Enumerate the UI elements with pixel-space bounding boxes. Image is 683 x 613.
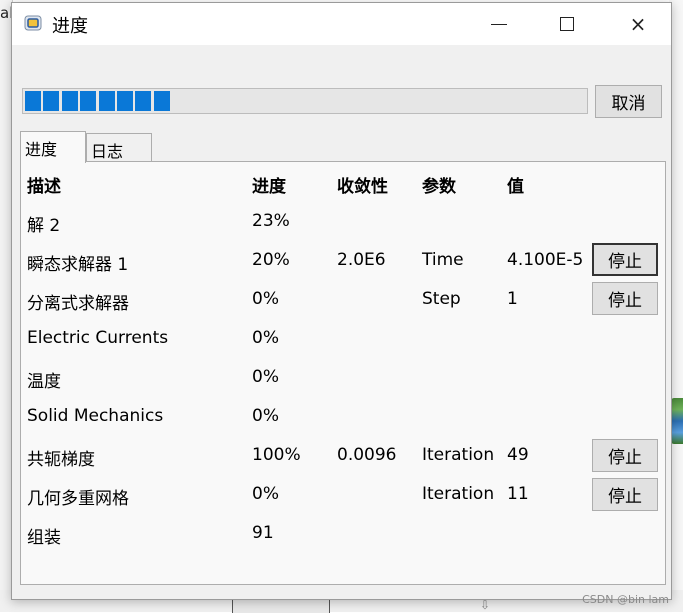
- app-icon: [24, 15, 42, 31]
- close-button[interactable]: ×: [615, 3, 661, 45]
- row-progress: 0%: [252, 289, 279, 309]
- tab-log[interactable]: 日志: [86, 133, 152, 161]
- progress-dialog: 进度 × 取消 进度 日志 描述 进度 收敛性 参数 值 解 2 23% 瞬态求…: [11, 2, 672, 600]
- progress-segment: [80, 91, 97, 111]
- minimize-icon: [491, 23, 507, 25]
- stop-button[interactable]: 停止: [592, 439, 658, 472]
- progress-segment: [43, 91, 60, 111]
- row-description: 分离式求解器: [27, 294, 129, 314]
- row-value: 11: [507, 484, 529, 504]
- stop-button[interactable]: 停止: [592, 282, 658, 315]
- progress-segment: [25, 91, 41, 111]
- watermark: CSDN @bin lam: [582, 593, 669, 606]
- maximize-button[interactable]: [544, 3, 590, 45]
- maximize-icon: [560, 17, 574, 31]
- row-description: Solid Mechanics: [27, 406, 164, 426]
- row-progress: 23%: [252, 211, 290, 231]
- header-parameter: 参数: [422, 177, 456, 197]
- progress-bar: [22, 88, 588, 114]
- row-value: 4.100E-5: [507, 250, 584, 270]
- row-progress: 100%: [252, 445, 301, 465]
- row-progress: 0%: [252, 484, 279, 504]
- row-value: 1: [507, 289, 518, 309]
- row-description: 几何多重网格: [27, 489, 129, 509]
- background-app-panel: [232, 598, 330, 613]
- progress-segment: [153, 91, 170, 111]
- row-progress: 20%: [252, 250, 290, 270]
- row-progress: 0%: [252, 406, 279, 426]
- header-description: 描述: [27, 177, 61, 197]
- progress-segment: [117, 91, 133, 111]
- background-app-graphic: [671, 398, 683, 444]
- header-convergence: 收敛性: [337, 177, 388, 197]
- row-value: 49: [507, 445, 529, 465]
- row-convergence: 2.0E6: [337, 250, 386, 270]
- window-title: 进度: [52, 16, 88, 37]
- row-description: 解 2: [27, 216, 61, 236]
- progress-segment: [61, 91, 78, 111]
- row-description: 组装: [27, 528, 61, 548]
- row-progress: 0%: [252, 367, 279, 387]
- stop-button[interactable]: 停止: [592, 243, 658, 276]
- header-progress: 进度: [252, 177, 286, 197]
- row-description: 共轭梯度: [27, 450, 95, 470]
- row-parameter: Iteration: [422, 445, 495, 465]
- row-description: Electric Currents: [27, 328, 169, 348]
- tab-progress[interactable]: 进度: [20, 131, 86, 163]
- close-icon: ×: [629, 12, 647, 36]
- header-value: 值: [507, 177, 524, 197]
- row-progress: 0%: [252, 328, 279, 348]
- progress-table: 描述 进度 收敛性 参数 值 解 2 23% 瞬态求解器 1 20% 2.0E6…: [20, 161, 666, 585]
- title-bar[interactable]: 进度 ×: [12, 3, 671, 45]
- row-parameter: Step: [422, 289, 461, 309]
- background-arrow-icon: ⇩: [480, 598, 491, 612]
- row-parameter: Time: [422, 250, 464, 270]
- progress-segment: [98, 91, 115, 111]
- cancel-button[interactable]: 取消: [595, 85, 662, 118]
- minimize-button[interactable]: [476, 3, 522, 45]
- row-description: 温度: [27, 372, 61, 392]
- progress-segment: [135, 91, 152, 111]
- row-progress: 91: [252, 523, 274, 543]
- row-parameter: Iteration: [422, 484, 495, 504]
- row-convergence: 0.0096: [337, 445, 397, 465]
- row-description: 瞬态求解器 1: [27, 255, 129, 275]
- stop-button[interactable]: 停止: [592, 478, 658, 511]
